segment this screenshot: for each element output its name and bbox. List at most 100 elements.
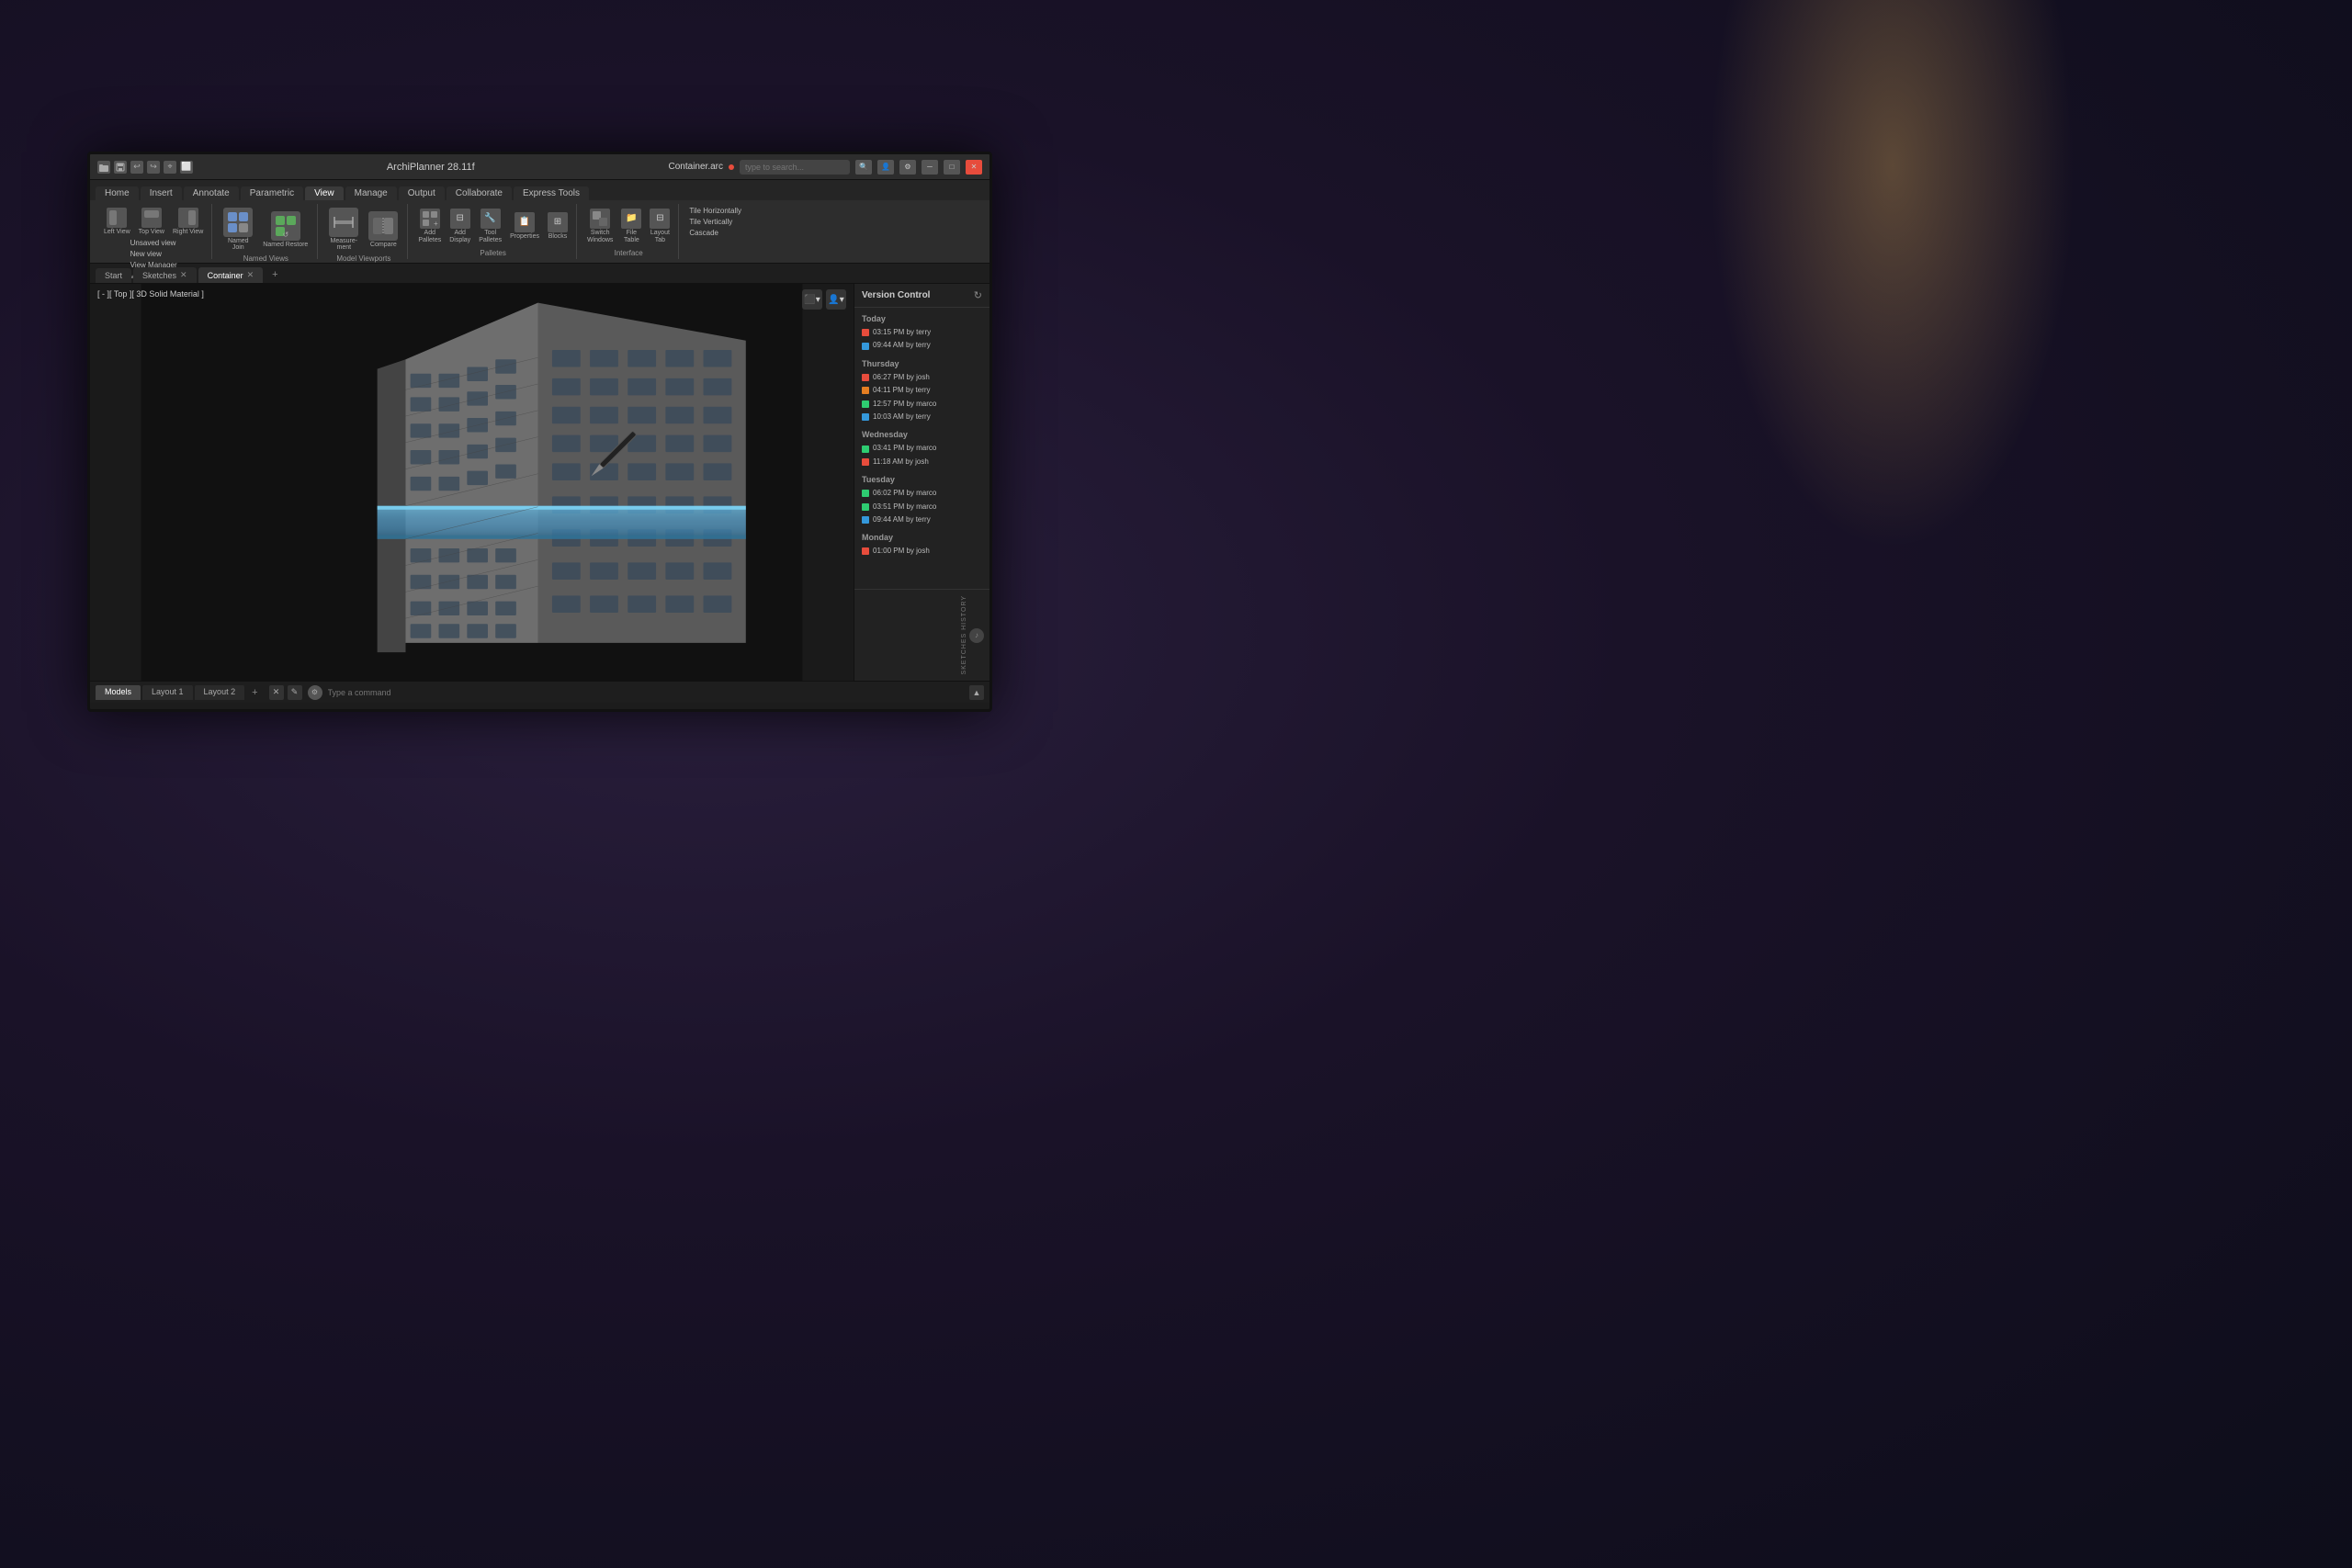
version-dot: [862, 400, 869, 408]
file-table-button[interactable]: 📁 FileTable: [618, 207, 644, 247]
version-item[interactable]: 03:15 PM by terry: [854, 326, 989, 339]
properties-button[interactable]: 📋 Properties: [507, 210, 542, 243]
save-icon[interactable]: [114, 161, 127, 174]
tab-sketches-close[interactable]: ✕: [180, 270, 187, 280]
version-item[interactable]: 06:27 PM by josh: [854, 371, 989, 384]
doc-tabs: Start Sketches ✕ Container ✕ +: [90, 264, 989, 284]
top-view-label: Top View: [139, 229, 164, 236]
tab-annotate[interactable]: Annotate: [184, 186, 239, 200]
settings-button[interactable]: ⚙: [899, 160, 916, 175]
tile-horizontal-button[interactable]: Tile Horizontally: [686, 206, 744, 216]
tab-models[interactable]: Models: [96, 685, 141, 700]
user-button[interactable]: 👤: [877, 160, 894, 175]
compare-label: Compare: [370, 242, 397, 248]
interface-items: SwitchWindows 📁 FileTable ⊟ LayoutTab: [584, 206, 673, 247]
add-display-button[interactable]: ⊟ AddDisplay: [447, 207, 473, 247]
palette-items: + AddPalletes ⊟ AddDisplay 🔧 ToolPallete…: [415, 206, 571, 247]
tab-parametric[interactable]: Parametric: [241, 186, 303, 200]
viewport-3d[interactable]: [ - ][ Top ][ 3D Solid Material ] ⬛▾ 👤▾: [90, 284, 854, 681]
redo-icon[interactable]: ↪: [147, 161, 160, 174]
add-palettes-button[interactable]: + AddPalletes: [415, 207, 444, 247]
add-tab-button[interactable]: +: [265, 266, 285, 283]
tab-insert[interactable]: Insert: [141, 186, 182, 200]
version-item[interactable]: 03:41 PM by marco: [854, 442, 989, 455]
command-settings-button[interactable]: ⚙: [308, 685, 322, 700]
named-join-button[interactable]: NamedJoin: [220, 206, 256, 253]
viewport-view-button[interactable]: ⬛▾: [802, 289, 822, 310]
statusbar-expand-button[interactable]: ▲: [969, 685, 984, 700]
search-button[interactable]: 🔍: [855, 160, 872, 175]
named-restore-button[interactable]: ↺ Named Restore: [259, 209, 311, 250]
version-item[interactable]: 10:03 AM by terry: [854, 411, 989, 423]
version-dot: [862, 503, 869, 511]
right-view-button[interactable]: Right View: [170, 206, 206, 238]
left-view-button[interactable]: Left View: [101, 206, 133, 238]
tab-sketches[interactable]: Sketches ✕: [133, 267, 197, 283]
version-thursday-label: Thursday: [854, 356, 989, 371]
version-item[interactable]: 03:51 PM by marco: [854, 501, 989, 513]
version-item[interactable]: 01:00 PM by josh: [854, 545, 989, 558]
tile-items: Tile Horizontally Tile Vertically Cascad…: [686, 206, 744, 257]
close-button[interactable]: ✕: [966, 160, 982, 175]
layout-tab-button[interactable]: ⊟ LayoutTab: [647, 207, 673, 247]
palettes-label: Palletes: [480, 249, 505, 257]
version-time: 09:44 AM by terry: [873, 515, 931, 525]
unsaved-view-item[interactable]: Unsaved view: [128, 238, 180, 248]
minimize-button[interactable]: ─: [922, 160, 938, 175]
titlebar-controls: Container.arc 🔍 👤 ⚙ ─ □ ✕: [669, 160, 982, 175]
tool-palettes-label: ToolPalletes: [479, 230, 502, 245]
pen-command-button[interactable]: ✎: [288, 685, 302, 700]
titlebar-icons: ↩ ↪ ⌖ ⬜: [97, 161, 193, 174]
tool-palettes-button[interactable]: 🔧 ToolPalletes: [476, 207, 504, 247]
viewport-tool-items: Left View Top View Right View: [101, 206, 206, 238]
viewport-controls: ⬛▾ 👤▾: [802, 289, 846, 310]
switch-windows-button[interactable]: SwitchWindows: [584, 207, 616, 247]
command-input[interactable]: [328, 688, 643, 697]
version-item[interactable]: 04:11 PM by terry: [854, 384, 989, 397]
viewport-user-button[interactable]: 👤▾: [826, 289, 846, 310]
version-item[interactable]: 12:57 PM by marco: [854, 398, 989, 411]
switch-windows-label: SwitchWindows: [587, 230, 613, 245]
undo-icon[interactable]: ↩: [130, 161, 143, 174]
audio-icon[interactable]: ♪: [969, 628, 984, 643]
measurement-icon: [329, 208, 358, 237]
version-item[interactable]: 06:02 PM by marco: [854, 487, 989, 500]
search-input[interactable]: [740, 160, 850, 175]
tab-container-close[interactable]: ✕: [247, 270, 254, 280]
folder-icon[interactable]: [97, 161, 110, 174]
version-time: 03:41 PM by marco: [873, 444, 936, 453]
tab-home[interactable]: Home: [96, 186, 139, 200]
maximize-button[interactable]: □: [944, 160, 960, 175]
tile-vertical-button[interactable]: Tile Vertically: [686, 217, 735, 227]
tab-view[interactable]: View: [305, 186, 344, 200]
compare-icon: [368, 211, 398, 241]
version-item[interactable]: 09:44 AM by terry: [854, 513, 989, 526]
screen-icon[interactable]: ⬜: [180, 161, 193, 174]
tab-express-tools[interactable]: Express Tools: [514, 186, 589, 200]
named-restore-label: Named Restore: [263, 242, 308, 248]
version-time: 04:11 PM by terry: [873, 386, 931, 395]
tab-collaborate[interactable]: Collaborate: [447, 186, 512, 200]
named-join-label: NamedJoin: [228, 238, 249, 251]
version-item[interactable]: 09:44 AM by terry: [854, 339, 989, 352]
tab-layout1[interactable]: Layout 1: [142, 685, 193, 700]
compare-button[interactable]: Compare: [365, 209, 401, 250]
properties-label: Properties: [510, 233, 539, 241]
app-title: ArchiPlanner 28.11f: [198, 162, 663, 173]
cursor-icon[interactable]: ⌖: [164, 161, 176, 174]
tab-manage[interactable]: Manage: [345, 186, 397, 200]
new-view-item[interactable]: New view: [128, 249, 180, 259]
version-item[interactable]: 11:18 AM by josh: [854, 456, 989, 468]
top-view-button[interactable]: Top View: [136, 206, 167, 238]
tab-output[interactable]: Output: [399, 186, 445, 200]
tab-layout2[interactable]: Layout 2: [195, 685, 245, 700]
add-layout-button[interactable]: +: [246, 685, 263, 700]
tab-container[interactable]: Container ✕: [198, 267, 264, 283]
close-command-button[interactable]: ✕: [269, 685, 284, 700]
cascade-button[interactable]: Cascade: [686, 228, 721, 238]
version-dot: [862, 516, 869, 524]
blocks-button[interactable]: ⊞ Blocks: [545, 210, 571, 243]
measurement-button[interactable]: Measure-ment: [325, 206, 362, 253]
tab-start[interactable]: Start: [96, 268, 131, 283]
refresh-button[interactable]: ↻: [974, 289, 982, 301]
